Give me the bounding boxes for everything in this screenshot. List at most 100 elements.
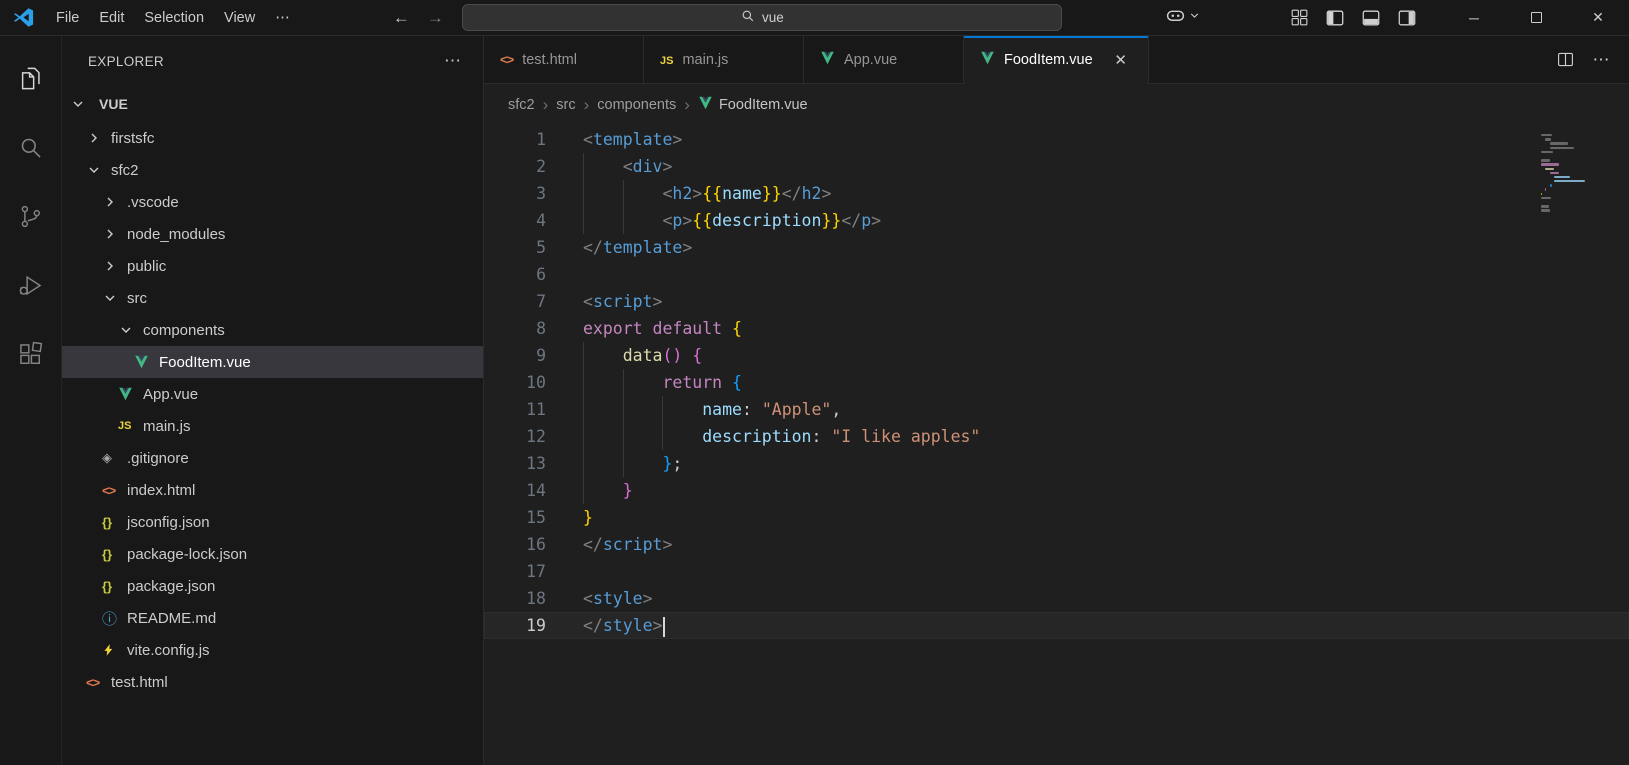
close-button[interactable]: ✕ bbox=[1567, 0, 1629, 36]
tree-item-node-modules[interactable]: node_modules bbox=[62, 218, 483, 250]
nav-back-icon[interactable]: ← bbox=[384, 8, 418, 28]
tab-main-js[interactable]: JSmain.js bbox=[644, 36, 804, 83]
split-editor-button[interactable] bbox=[1549, 45, 1581, 75]
code-line[interactable]: 14} bbox=[484, 477, 1629, 504]
minimize-button[interactable]: ─ bbox=[1443, 0, 1505, 36]
code-line[interactable]: 5</template> bbox=[484, 234, 1629, 261]
activity-extensions-button[interactable] bbox=[0, 320, 62, 389]
breadcrumb-item[interactable]: components bbox=[597, 97, 676, 113]
code-line[interactable]: 18<style> bbox=[484, 585, 1629, 612]
activity-search-button[interactable] bbox=[0, 113, 62, 182]
menu-file[interactable]: File bbox=[46, 7, 89, 29]
tree-item-package-json[interactable]: {}package.json bbox=[62, 570, 483, 602]
code-line[interactable]: 2<div> bbox=[484, 153, 1629, 180]
activity-explorer-button[interactable] bbox=[0, 44, 62, 113]
tab-fooditem-vue[interactable]: FoodItem.vue✕ bbox=[964, 36, 1149, 84]
editor-group: <>test.htmlJSmain.jsApp.vueFoodItem.vue✕… bbox=[484, 36, 1629, 765]
tab-test-html[interactable]: <>test.html bbox=[484, 36, 644, 83]
minimap[interactable] bbox=[1541, 134, 1611, 214]
code-line[interactable]: 7<script> bbox=[484, 288, 1629, 315]
code-token: data bbox=[623, 346, 663, 365]
js-file-icon: JS bbox=[118, 420, 143, 432]
tree-item-test-html[interactable]: <>test.html bbox=[62, 666, 483, 698]
code-line[interactable]: 8export default { bbox=[484, 315, 1629, 342]
code-line[interactable]: 19</style> bbox=[484, 612, 1629, 639]
tree-item-app-vue[interactable]: App.vue bbox=[62, 378, 483, 410]
tree-item--vscode[interactable]: .vscode bbox=[62, 186, 483, 218]
vue-file-icon bbox=[118, 387, 143, 401]
menu-edit[interactable]: Edit bbox=[89, 7, 134, 29]
indent-guide bbox=[583, 153, 623, 180]
tree-item--gitignore[interactable]: ◈.gitignore bbox=[62, 442, 483, 474]
tab-app-vue[interactable]: App.vue bbox=[804, 36, 964, 83]
activity-run-debug-button[interactable] bbox=[0, 251, 62, 320]
line-number: 11 bbox=[484, 396, 546, 423]
tree-item-index-html[interactable]: <>index.html bbox=[62, 474, 483, 506]
menu-more[interactable]: ⋯ bbox=[265, 7, 300, 29]
tree-item-public[interactable]: public bbox=[62, 250, 483, 282]
code-line[interactable]: 10return { bbox=[484, 369, 1629, 396]
tab-vue-icon bbox=[980, 51, 995, 69]
menu-selection[interactable]: Selection bbox=[134, 7, 214, 29]
layout-controls bbox=[1281, 3, 1425, 33]
close-icon[interactable]: ✕ bbox=[1110, 49, 1132, 71]
breadcrumb-item[interactable]: FoodItem.vue bbox=[698, 96, 808, 114]
sidebar-more-actions-button[interactable]: ⋯ bbox=[440, 51, 465, 71]
line-content: </style> bbox=[583, 612, 665, 639]
code-line[interactable]: 15} bbox=[484, 504, 1629, 531]
code-line[interactable]: 4<p>{{description}}</p> bbox=[484, 207, 1629, 234]
code-line[interactable]: 1<template> bbox=[484, 126, 1629, 153]
tree-item-fooditem-vue[interactable]: FoodItem.vue bbox=[62, 346, 483, 378]
line-number: 9 bbox=[484, 342, 546, 369]
tree-item-package-lock-json[interactable]: {}package-lock.json bbox=[62, 538, 483, 570]
indent-guide bbox=[623, 369, 663, 396]
panel-left-button[interactable] bbox=[1317, 3, 1353, 33]
code-token: > bbox=[672, 130, 682, 149]
panel-right-button[interactable] bbox=[1389, 3, 1425, 33]
tree-item-jsconfig-json[interactable]: {}jsconfig.json bbox=[62, 506, 483, 538]
command-center-search[interactable]: vue bbox=[462, 4, 1062, 31]
activity-source-control-button[interactable] bbox=[0, 182, 62, 251]
json-file-icon: {} bbox=[102, 579, 127, 594]
breadcrumb-item[interactable]: sfc2 bbox=[508, 97, 535, 113]
chevron-down-icon bbox=[102, 290, 127, 306]
code-token: { bbox=[692, 346, 702, 365]
code-line[interactable]: 11name: "Apple", bbox=[484, 396, 1629, 423]
line-number: 10 bbox=[484, 369, 546, 396]
breadcrumb-item[interactable]: src bbox=[556, 97, 575, 113]
tree-item-components[interactable]: components bbox=[62, 314, 483, 346]
sidebar-header: EXPLORER ⋯ bbox=[62, 36, 483, 86]
search-icon bbox=[741, 9, 755, 26]
title-bar-left: FileEditSelectionView ⋯ bbox=[0, 6, 300, 30]
code-line[interactable]: 17 bbox=[484, 558, 1629, 585]
line-content: } bbox=[583, 504, 593, 531]
customize-layout-button[interactable] bbox=[1281, 3, 1317, 33]
code-token: "I like apples" bbox=[831, 427, 980, 446]
panel-bottom-button[interactable] bbox=[1353, 3, 1389, 33]
tab-bar: <>test.htmlJSmain.jsApp.vueFoodItem.vue✕… bbox=[484, 36, 1629, 84]
more-actions-button[interactable]: ⋯ bbox=[1585, 45, 1617, 75]
code-line[interactable]: 13}; bbox=[484, 450, 1629, 477]
code-line[interactable]: 3<h2>{{name}}</h2> bbox=[484, 180, 1629, 207]
tree-item-firstsfc[interactable]: firstsfc bbox=[62, 122, 483, 154]
maximize-button[interactable] bbox=[1505, 0, 1567, 36]
code-line[interactable]: 12description: "I like apples" bbox=[484, 423, 1629, 450]
code-line[interactable]: 9data() { bbox=[484, 342, 1629, 369]
line-content: export default { bbox=[583, 315, 742, 342]
minimap-line bbox=[1541, 193, 1542, 195]
tree-item-src[interactable]: src bbox=[62, 282, 483, 314]
tree-item-readme-md[interactable]: ⓘREADME.md bbox=[62, 602, 483, 634]
copilot-button[interactable] bbox=[1157, 7, 1209, 29]
tree-item-main-js[interactable]: JSmain.js bbox=[62, 410, 483, 442]
code-token: : bbox=[742, 400, 762, 419]
menu-view[interactable]: View bbox=[214, 7, 265, 29]
tree-item-vite-config-js[interactable]: vite.config.js bbox=[62, 634, 483, 666]
tree-item-sfc2[interactable]: sfc2 bbox=[62, 154, 483, 186]
vue-file-icon bbox=[134, 355, 159, 369]
workspace-section-header[interactable]: VUE bbox=[62, 86, 483, 122]
code-line[interactable]: 6 bbox=[484, 261, 1629, 288]
nav-forward-icon[interactable]: → bbox=[418, 8, 452, 28]
editor[interactable]: 1<template>2<div>3<h2>{{name}}</h2>4<p>{… bbox=[484, 126, 1629, 765]
code-line[interactable]: 16</script> bbox=[484, 531, 1629, 558]
code-token: </ bbox=[841, 211, 861, 230]
